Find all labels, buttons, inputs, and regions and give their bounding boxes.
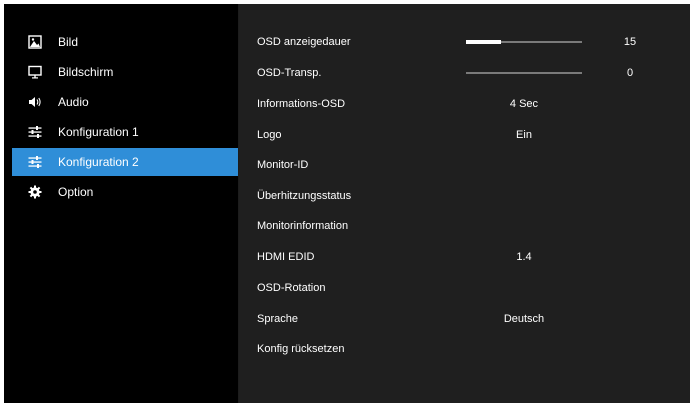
setting-value: 15 <box>623 36 637 48</box>
sidebar-item-label: Bild <box>58 35 79 49</box>
sidebar-item-label: Konfiguration 2 <box>58 155 139 169</box>
setting-value: 4 Sec <box>509 98 539 110</box>
settings-list: OSD anzeigedauer 15 OSD-Transp. 0 Inform… <box>239 4 690 403</box>
osd-menu-panel: Bild Bildschirm Audio Konfiguration 1 Ko… <box>4 4 690 403</box>
setting-osd-display-time[interactable]: OSD anzeigedauer 15 <box>239 28 690 56</box>
picture-icon <box>28 35 42 49</box>
setting-logo[interactable]: Logo Ein <box>239 121 690 149</box>
sliders-icon <box>28 125 42 139</box>
sidebar-item-label: Audio <box>58 95 89 109</box>
gear-icon <box>28 185 42 199</box>
setting-value: 0 <box>626 67 634 79</box>
setting-label: OSD anzeigedauer <box>257 36 351 48</box>
setting-osd-rotation[interactable]: OSD-Rotation <box>239 274 690 302</box>
setting-value: Deutsch <box>503 313 545 325</box>
sidebar-item-konfiguration-1[interactable]: Konfiguration 1 <box>12 118 238 146</box>
slider-fill <box>466 40 501 44</box>
setting-hdmi-edid[interactable]: HDMI EDID 1.4 <box>239 243 690 271</box>
osd-display-time-slider[interactable] <box>466 40 582 44</box>
setting-heat-status[interactable]: Überhitzungsstatus <box>239 182 690 210</box>
sliders-icon <box>28 155 42 169</box>
osd-transparency-slider[interactable] <box>466 72 582 74</box>
setting-info-osd[interactable]: Informations-OSD 4 Sec <box>239 90 690 118</box>
sidebar-item-bildschirm[interactable]: Bildschirm <box>12 58 238 86</box>
sidebar-item-option[interactable]: Option <box>12 178 238 206</box>
sidebar-item-label: Konfiguration 1 <box>58 125 139 139</box>
setting-label: OSD-Transp. <box>257 67 322 79</box>
sidebar-item-audio[interactable]: Audio <box>12 88 238 116</box>
setting-label: OSD-Rotation <box>257 282 326 294</box>
monitor-icon <box>28 65 42 79</box>
setting-osd-transparency[interactable]: OSD-Transp. 0 <box>239 59 690 87</box>
setting-label: Monitor-ID <box>257 159 309 171</box>
setting-label: HDMI EDID <box>257 251 315 263</box>
sidebar-item-bild[interactable]: Bild <box>12 28 238 56</box>
setting-label: Logo <box>257 129 282 141</box>
setting-language[interactable]: Sprache Deutsch <box>239 305 690 333</box>
sidebar-item-label: Bildschirm <box>58 65 114 79</box>
setting-label: Konfig rücksetzen <box>257 343 345 355</box>
osd-screen: Bild Bildschirm Audio Konfiguration 1 Ko… <box>0 0 694 406</box>
sidebar: Bild Bildschirm Audio Konfiguration 1 Ko… <box>4 4 238 403</box>
setting-monitor-info[interactable]: Monitorinformation <box>239 212 690 240</box>
setting-reset-config[interactable]: Konfig rücksetzen <box>239 335 690 363</box>
setting-label: Monitorinformation <box>257 220 349 232</box>
setting-monitor-id[interactable]: Monitor-ID <box>239 151 690 179</box>
sidebar-item-label: Option <box>58 185 94 199</box>
setting-label: Überhitzungsstatus <box>257 190 352 202</box>
setting-label: Informations-OSD <box>257 98 346 110</box>
sidebar-item-konfiguration-2[interactable]: Konfiguration 2 <box>12 148 238 176</box>
speaker-icon <box>28 95 42 109</box>
setting-label: Sprache <box>257 313 298 325</box>
setting-value: Ein <box>516 129 532 141</box>
setting-value: 1.4 <box>516 251 532 263</box>
